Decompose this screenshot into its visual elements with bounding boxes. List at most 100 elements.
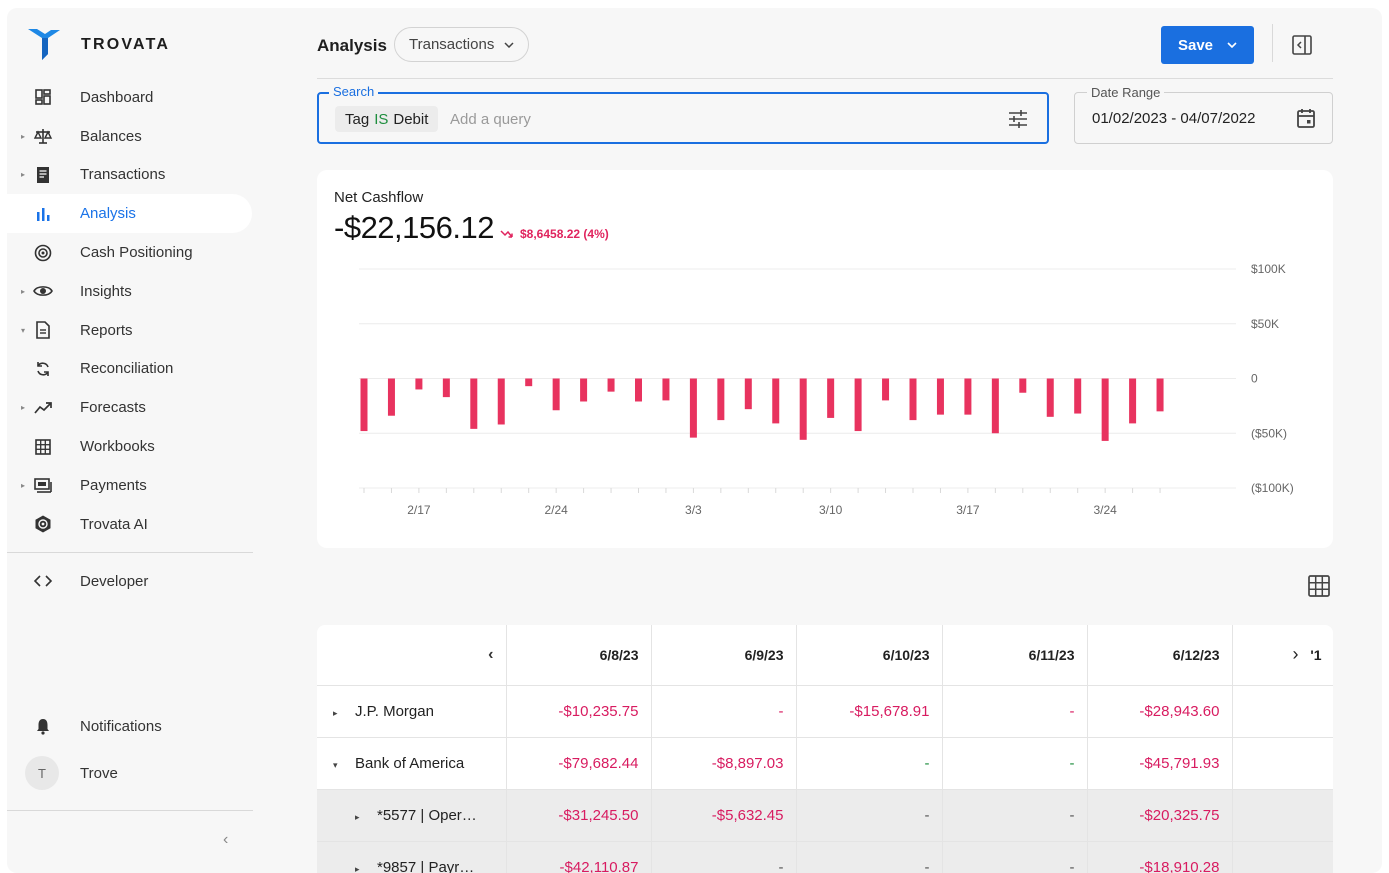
row-label[interactable]: ▸ J.P. Morgan [317,685,507,738]
sidebar-item-label: Workbooks [80,438,155,456]
expand-caret-icon[interactable]: ▸ [21,170,25,179]
row-expand-caret-icon[interactable]: ▸ [333,708,355,719]
sidebar-item-label: Insights [80,282,132,300]
code-icon [33,571,53,591]
chart-bar [497,378,505,425]
table-cell: - [942,685,1088,738]
save-label: Save [1177,36,1214,54]
chip-operator: IS [374,110,389,128]
sidebar-divider [7,552,253,553]
chart-bar [936,378,944,415]
row-label[interactable]: ▸ *5577 | Oper… [317,789,507,842]
calendar-icon[interactable] [1295,107,1317,129]
sidebar-item-insights[interactable]: ▸ Insights [7,272,253,311]
table-cell: -$27,02 [1232,737,1333,790]
sidebar-item-forecasts[interactable]: ▸ Forecasts [7,388,253,427]
chart-bar [387,378,395,416]
table-header-row: ‹ 6/8/23 6/9/23 6/10/23 6/11/23 6/12/23 … [317,625,1333,686]
sidebar-item-label: Dashboard [80,88,154,106]
bell-icon [33,716,53,736]
chart-bar [882,378,890,401]
search-legend: Search [329,84,379,99]
row-expand-caret-icon[interactable]: ▾ [333,760,355,771]
user-name: Trove [80,764,118,782]
net-cashflow-card: Net Cashflow -$22,156.12 $8,6458.22 (4%)… [317,170,1333,548]
chart-bar [415,378,423,390]
side-panel-toggle-icon[interactable] [1291,34,1313,56]
expand-caret-icon[interactable]: ▸ [21,287,25,296]
chart-bar [470,378,478,429]
chart-bar [964,378,972,415]
y-tick-label: $100K [1251,262,1286,276]
app-window: TROVATA Dashboard ▸ Balances ▸ Transactions A… [7,8,1382,873]
date-range-value: 01/02/2023 - 04/07/2022 [1092,110,1256,127]
chart-bar [744,378,752,410]
table-row[interactable]: ▸ *5577 | Oper… -$31,245.50 -$5,632.45- - -$2… [317,789,1333,842]
chart-bar [772,378,780,424]
sidebar-item-reports[interactable]: ▾ Reports [7,311,253,350]
x-tick-label: 3/24 [1093,503,1117,517]
table-cell: -$45,791.93 [1087,737,1233,790]
sidebar-item-trovata-ai[interactable]: Trovata AI [7,505,253,544]
sidebar-item-label: Transactions [80,166,166,184]
table-cell: - [942,737,1088,790]
sidebar-item-label: Cash Positioning [80,244,193,262]
row-label[interactable]: ▾ Bank of America [317,737,507,790]
filter-sliders-icon[interactable] [1007,108,1029,130]
chart-bar [799,378,807,440]
sidebar-item-dashboard[interactable]: Dashboard [7,78,253,117]
table-cell: - [796,841,943,873]
chip-key: Tag [345,110,370,128]
table-cell: -$15,678.91 [796,685,943,738]
x-tick-label: 2/17 [407,503,431,517]
row-expand-caret-icon[interactable]: ▸ [355,864,377,873]
sync-icon [33,359,53,379]
sidebar-item-developer[interactable]: Developer [7,561,253,601]
save-button[interactable]: Save [1161,26,1254,64]
cashflow-table: ‹ 6/8/23 6/9/23 6/10/23 6/11/23 6/12/23 … [317,625,1333,873]
next-columns-button[interactable]: › '1 [1232,625,1333,686]
document-icon [33,320,53,340]
chart-bar [442,378,450,398]
expand-caret-icon[interactable]: ▸ [21,481,25,490]
expand-caret-icon[interactable]: ▸ [21,132,25,141]
sidebar-item-cash-positioning[interactable]: Cash Positioning [7,233,253,272]
search-field[interactable]: Search Tag IS Debit Add a query [317,84,1049,144]
chart-bar [360,378,368,432]
row-label[interactable]: ▸ *9857 | Payr… [317,841,507,873]
row-name: *9857 | Payr… [377,858,475,873]
table-row[interactable]: ▾ Bank of America -$79,682.44 -$8,897.03- - -… [317,737,1333,790]
sidebar-item-reconciliation[interactable]: Reconciliation [7,350,253,389]
sidebar-item-transactions[interactable]: ▸ Transactions [7,156,253,195]
brand-name: TROVATA [81,36,171,53]
x-tick-label: 3/3 [685,503,702,517]
search-input[interactable]: Add a query [450,111,531,128]
date-range-field[interactable]: Date Range 01/02/2023 - 04/07/2022 [1074,85,1333,144]
sidebar-item-workbooks[interactable]: Workbooks [7,427,253,466]
table-row[interactable]: ▸ J.P. Morgan -$10,235.75- -$15,678.91- -$28… [317,685,1333,738]
table-cell: - [796,737,943,790]
header-divider [1272,24,1273,62]
sidebar-item-analysis[interactable]: Analysis [7,194,252,234]
notifications-button[interactable]: Notifications [7,706,253,746]
table-view-icon[interactable] [1307,574,1331,598]
column-header: '1 [1310,647,1322,664]
chart-bar [607,378,615,392]
expand-caret-icon[interactable]: ▾ [21,326,25,335]
user-menu[interactable]: T Trove [7,753,253,793]
row-expand-caret-icon[interactable]: ▸ [355,812,377,823]
sidebar-item-label: Forecasts [80,399,146,417]
expand-caret-icon[interactable]: ▸ [21,403,25,412]
dashboard-icon [33,87,53,107]
prev-columns-button[interactable]: ‹ [317,625,507,686]
trovata-logo-icon[interactable] [27,26,61,62]
view-select[interactable]: Transactions [394,27,530,62]
table-row[interactable]: ▸*9857 | Payr…-$42,110.87----$18,910.28-… [317,841,1333,873]
collapse-sidebar-button[interactable]: ‹ [223,831,228,849]
table-cell: - [796,789,943,842]
query-chip[interactable]: Tag IS Debit [335,106,439,132]
sidebar-item-payments[interactable]: ▸ Payments [7,466,253,505]
chart-bar [635,378,642,402]
sidebar-item-balances[interactable]: ▸ Balances [7,117,253,156]
chart-bar [854,378,862,432]
